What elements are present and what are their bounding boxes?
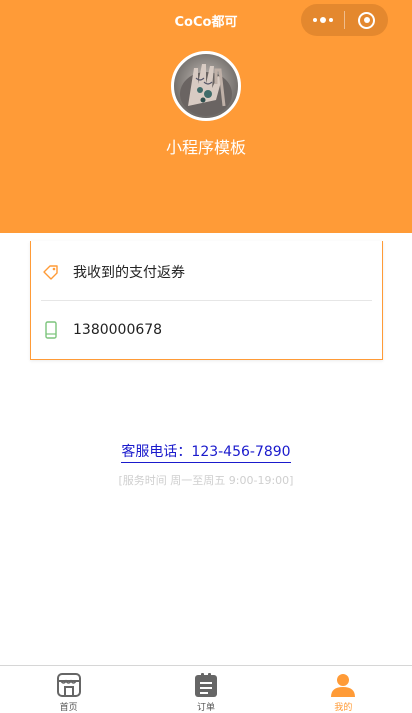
more-dots-icon (312, 18, 317, 22)
more-menu-button[interactable] (301, 4, 344, 36)
phone-icon (41, 320, 61, 340)
tab-mine[interactable]: 我的 (275, 666, 412, 713)
store-icon (55, 671, 83, 698)
user-name: 小程序模板 (165, 138, 246, 157)
tab-orders[interactable]: 订单 (137, 666, 274, 713)
order-list-icon (192, 671, 220, 698)
coupon-label: 我收到的支付返券 (73, 264, 185, 281)
target-close-icon (358, 11, 375, 29)
miniprogram-capsule (301, 4, 388, 36)
avatar[interactable] (171, 51, 241, 121)
user-icon (329, 671, 357, 698)
phone-row[interactable]: 1380000678 (41, 301, 372, 359)
tab-mine-label: 我的 (334, 703, 353, 713)
service-phone-link[interactable]: 客服电话：123-456-7890 (121, 444, 291, 463)
coupon-tag-icon (41, 262, 61, 282)
tab-bar: 首页 订单 我的 (0, 665, 412, 713)
coupon-row[interactable]: 我收到的支付返券 (41, 243, 372, 301)
tab-home-label: 首页 (59, 703, 78, 713)
tab-home[interactable]: 首页 (0, 666, 137, 713)
account-card: 我收到的支付返券 1380000678 (30, 241, 383, 360)
service-phone: 客服电话：123-456-7890 (0, 441, 412, 463)
service-hours: [服务时间 周一至周五 9:00-19:00] (118, 474, 294, 487)
avatar-hands-image (180, 64, 232, 116)
close-miniprogram-button[interactable] (345, 4, 388, 36)
tab-orders-label: 订单 (196, 703, 215, 713)
phone-number: 1380000678 (73, 322, 163, 338)
